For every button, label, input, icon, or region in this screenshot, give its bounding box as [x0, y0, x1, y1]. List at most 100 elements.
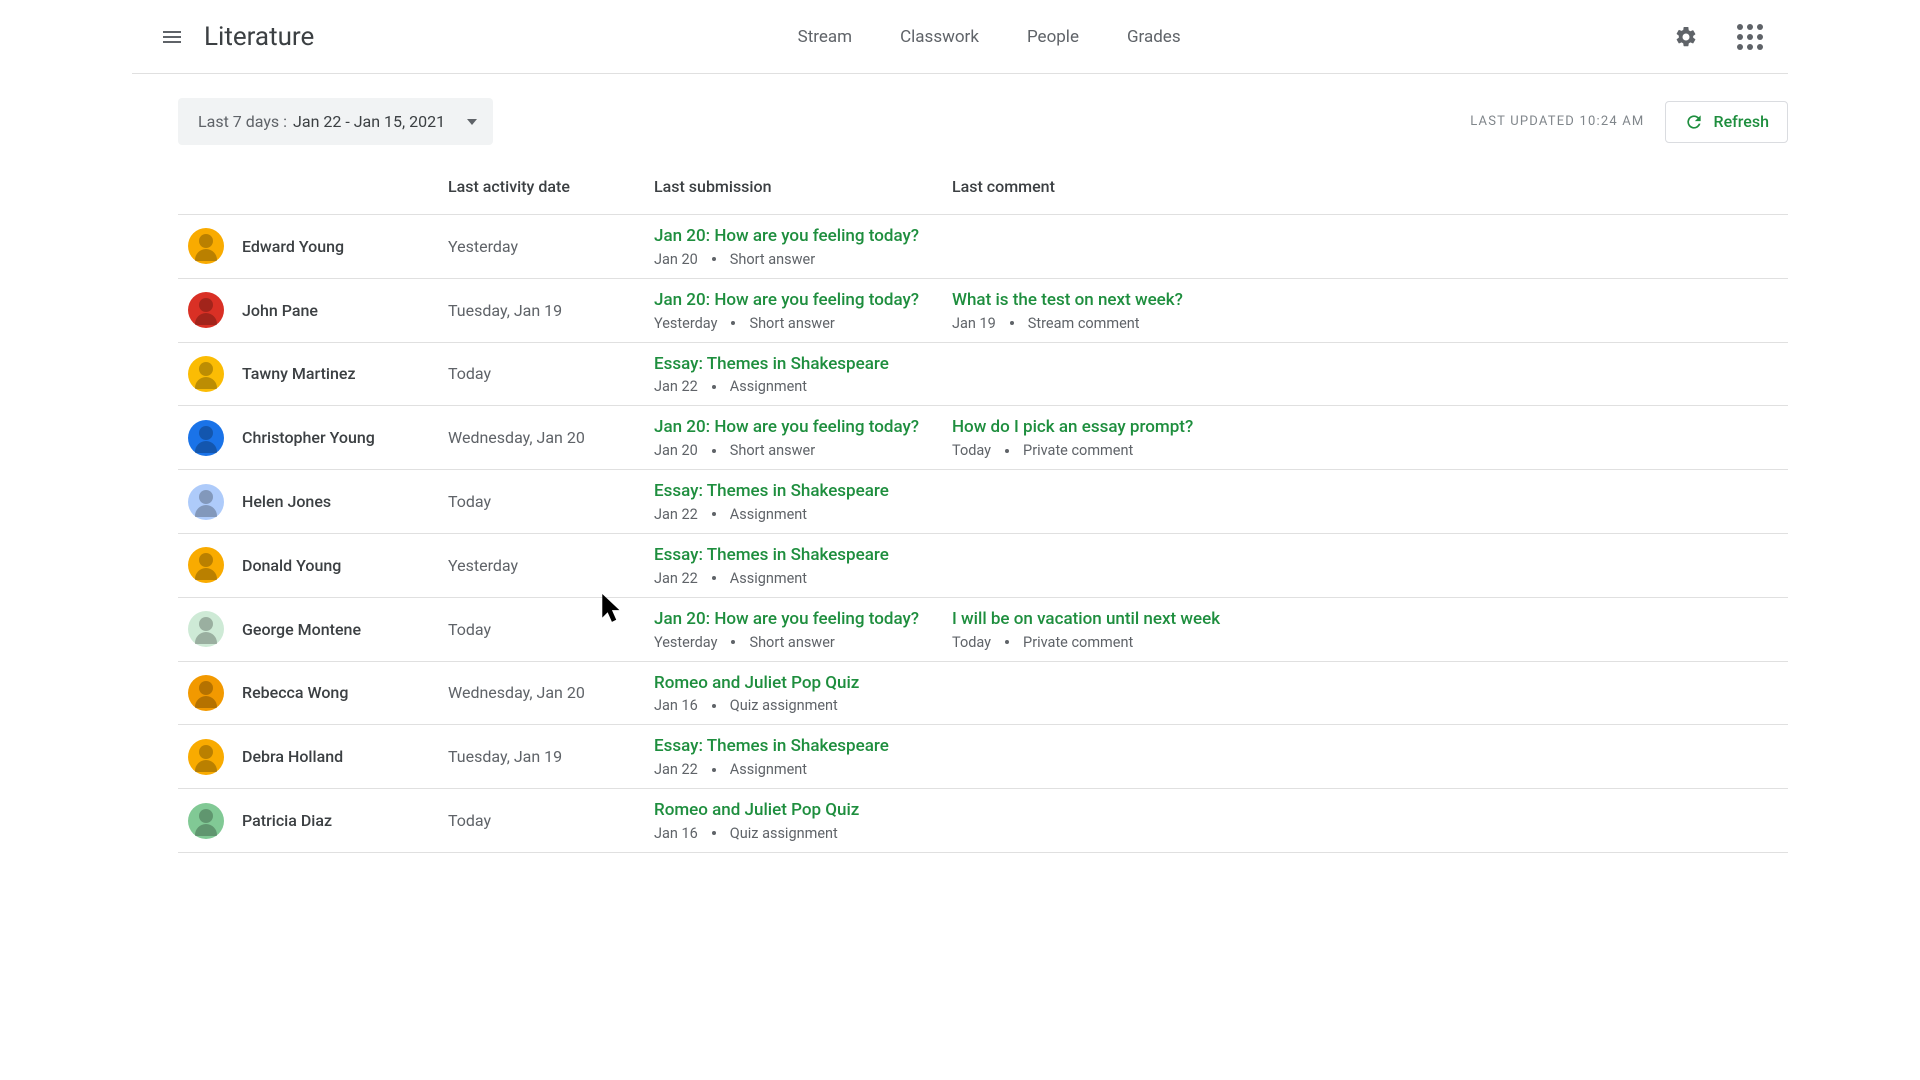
separator-dot-icon — [731, 640, 735, 644]
comment-link[interactable]: How do I pick an essay prompt? — [952, 416, 1788, 440]
student-cell: George Montene — [178, 611, 448, 647]
student-name[interactable]: Rebecca Wong — [242, 683, 348, 702]
activity-date: Yesterday — [448, 556, 654, 575]
settings-button[interactable] — [1664, 15, 1708, 59]
comment-cell — [952, 244, 1788, 248]
hamburger-icon — [160, 25, 184, 49]
activity-date: Wednesday, Jan 20 — [448, 683, 654, 702]
submission-type: Assignment — [730, 570, 807, 587]
submission-link[interactable]: Jan 20: How are you feeling today? — [654, 225, 952, 249]
separator-dot-icon — [712, 831, 716, 835]
submission-link[interactable]: Essay: Themes in Shakespeare — [654, 544, 952, 568]
separator-dot-icon — [712, 704, 716, 708]
separator-dot-icon — [712, 512, 716, 516]
student-name[interactable]: George Montene — [242, 620, 361, 639]
tab-classwork[interactable]: Classwork — [900, 23, 979, 51]
submission-cell: Essay: Themes in Shakespeare Jan 22Assign… — [654, 733, 952, 780]
separator-dot-icon — [712, 768, 716, 772]
tab-people[interactable]: People — [1027, 23, 1079, 51]
comment-link[interactable]: What is the test on next week? — [952, 289, 1788, 313]
submission-type: Short answer — [749, 315, 834, 332]
submission-meta: Jan 20Short answer — [654, 442, 952, 459]
student-name[interactable]: Edward Young — [242, 237, 344, 256]
table-row[interactable]: Tawny MartinezTodayEssay: Themes in Shak… — [178, 342, 1788, 406]
comment-cell: What is the test on next week?Jan 19Stre… — [952, 287, 1788, 334]
table-row[interactable]: Rebecca Wong Wednesday, Jan 20Romeo and J… — [178, 661, 1788, 725]
submission-link[interactable]: Jan 20: How are you feeling today? — [654, 416, 952, 440]
submission-meta: YesterdayShort answer — [654, 634, 952, 651]
table-row[interactable]: Edward YoungYesterdayJan 20: How are you… — [178, 214, 1788, 278]
gear-icon — [1674, 25, 1698, 49]
submission-link[interactable]: Essay: Themes in Shakespeare — [654, 735, 952, 759]
apps-grid-icon — [1737, 24, 1763, 50]
comment-cell — [952, 372, 1788, 376]
student-name[interactable]: Tawny Martinez — [242, 364, 356, 383]
comment-link[interactable]: I will be on vacation until next week — [952, 608, 1788, 632]
main-content: Last 7 days : Jan 22 - Jan 15, 2021 LAST… — [0, 74, 1920, 853]
submission-cell: Jan 20: How are you feeling today?Yester… — [654, 287, 952, 334]
toolbar-right: LAST UPDATED 10:24 AM Refresh — [1470, 101, 1788, 143]
avatar — [188, 356, 224, 392]
table-row[interactable]: Donald Young YesterdayEssay: Themes in Sh… — [178, 533, 1788, 597]
comment-cell — [952, 691, 1788, 695]
submission-meta: Jan 16Quiz assignment — [654, 697, 952, 714]
refresh-label: Refresh — [1714, 112, 1770, 131]
submission-date: Jan 22 — [654, 761, 698, 778]
student-name[interactable]: Christopher Young — [242, 428, 375, 447]
student-name[interactable]: Donald Young — [242, 556, 341, 575]
student-name[interactable]: John Pane — [242, 301, 318, 320]
student-cell: Donald Young — [178, 547, 448, 583]
submission-date: Jan 20 — [654, 442, 698, 459]
submission-date: Jan 22 — [654, 506, 698, 523]
submission-meta: Jan 22Assignment — [654, 761, 952, 778]
col-student — [178, 177, 448, 196]
avatar — [188, 420, 224, 456]
table-row[interactable]: John PaneTuesday, Jan 19Jan 20: How are … — [178, 278, 1788, 342]
comment-meta: TodayPrivate comment — [952, 442, 1788, 459]
submission-link[interactable]: Romeo and Juliet Pop Quiz — [654, 672, 952, 696]
separator-dot-icon — [712, 385, 716, 389]
submission-link[interactable]: Essay: Themes in Shakespeare — [654, 480, 952, 504]
separator-dot-icon — [712, 257, 716, 261]
submission-link[interactable]: Romeo and Juliet Pop Quiz — [654, 799, 952, 823]
submission-meta: Jan 22 Assignment — [654, 506, 952, 523]
separator-dot-icon — [712, 449, 716, 453]
activity-date: Wednesday, Jan 20 — [448, 428, 654, 447]
apps-button[interactable] — [1728, 15, 1772, 59]
submission-type: Assignment — [730, 378, 807, 395]
table-row[interactable]: Christopher Young Wednesday, Jan 20Jan 20… — [178, 405, 1788, 469]
main-menu-button[interactable] — [148, 13, 196, 61]
separator-dot-icon — [1005, 640, 1009, 644]
tab-grades[interactable]: Grades — [1127, 23, 1181, 51]
date-range-filter[interactable]: Last 7 days : Jan 22 - Jan 15, 2021 — [178, 98, 493, 145]
separator-dot-icon — [712, 576, 716, 580]
avatar — [188, 803, 224, 839]
submission-date: Jan 22 — [654, 570, 698, 587]
student-name[interactable]: Patricia Diaz — [242, 811, 332, 830]
table-row[interactable]: Debra HollandTuesday, Jan 19Essay: Theme… — [178, 724, 1788, 788]
submission-type: Short answer — [730, 251, 815, 268]
chevron-down-icon — [467, 119, 477, 125]
app-header: Literature Stream Classwork People Grade… — [132, 0, 1788, 74]
filter-value: Jan 22 - Jan 15, 2021 — [293, 112, 445, 131]
student-name[interactable]: Helen Jones — [242, 492, 331, 511]
student-name[interactable]: Debra Holland — [242, 747, 343, 766]
submission-link[interactable]: Essay: Themes in Shakespeare — [654, 353, 952, 377]
comment-date: Today — [952, 634, 991, 651]
submission-link[interactable]: Jan 20: How are you feeling today? — [654, 289, 952, 313]
class-title[interactable]: Literature — [204, 22, 314, 52]
refresh-button[interactable]: Refresh — [1665, 101, 1789, 143]
table-row[interactable]: Helen JonesTodayEssay: Themes in Shakesp… — [178, 469, 1788, 533]
student-cell: John Pane — [178, 292, 448, 328]
tab-stream[interactable]: Stream — [798, 23, 852, 51]
submission-cell: Jan 20: How are you feeling today? Yester… — [654, 606, 952, 653]
comment-type: Stream comment — [1028, 315, 1140, 332]
submission-type: Assignment — [730, 506, 807, 523]
col-last-submission: Last submission — [654, 177, 952, 196]
table-row[interactable]: Patricia DiazTodayRomeo and Juliet Pop Q… — [178, 788, 1788, 853]
separator-dot-icon — [731, 321, 735, 325]
avatar — [188, 547, 224, 583]
student-cell: Tawny Martinez — [178, 356, 448, 392]
submission-link[interactable]: Jan 20: How are you feeling today? — [654, 608, 952, 632]
table-row[interactable]: George Montene TodayJan 20: How are you f… — [178, 597, 1788, 661]
